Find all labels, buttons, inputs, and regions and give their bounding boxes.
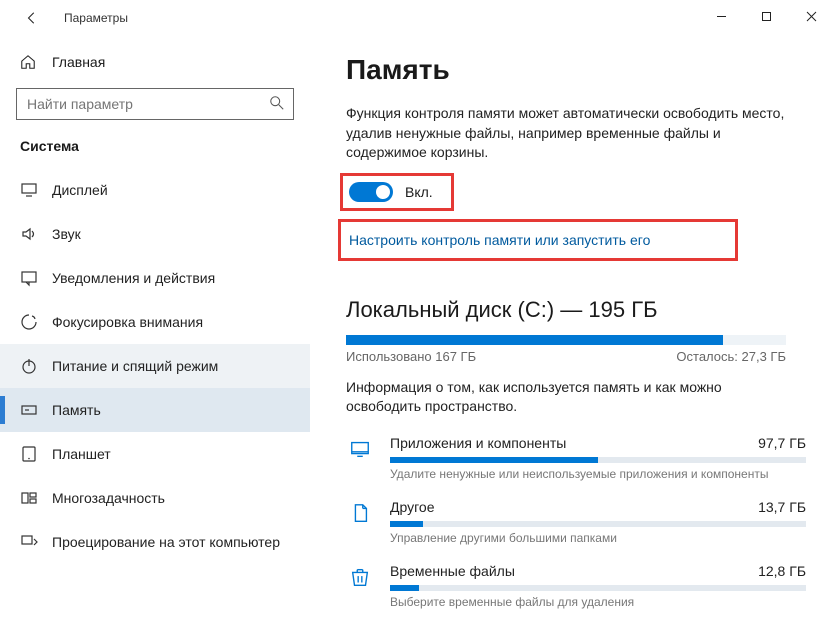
search-icon — [269, 95, 285, 116]
category-bar — [390, 585, 806, 591]
back-button[interactable] — [20, 6, 44, 30]
local-disk-title: Локальный диск (C:) — 195 ГБ — [346, 297, 806, 323]
sidebar-item-power[interactable]: Питание и спящий режим — [0, 344, 310, 388]
storage-sense-toggle[interactable] — [349, 182, 393, 202]
category-bar — [390, 457, 806, 463]
tablet-icon — [20, 445, 38, 463]
configure-storage-sense-link[interactable]: Настроить контроль памяти или запустить … — [349, 232, 727, 248]
section-title: Система — [0, 138, 310, 154]
storage-sense-description: Функция контроля памяти может автоматиче… — [346, 104, 796, 163]
sidebar-item-label: Планшет — [52, 446, 111, 462]
power-icon — [20, 357, 38, 375]
storage-category[interactable]: Приложения и компоненты 97,7 ГБ Удалите … — [346, 435, 806, 481]
category-size: 12,8 ГБ — [758, 563, 806, 579]
sidebar-item-storage[interactable]: Память — [0, 388, 310, 432]
highlight-toggle: Вкл. — [340, 173, 454, 211]
sidebar-item-label: Звук — [52, 226, 81, 242]
category-hint: Выберите временные файлы для удаления — [390, 595, 806, 609]
category-name: Другое — [390, 499, 434, 515]
close-button[interactable] — [789, 0, 834, 32]
focus-icon — [20, 313, 38, 331]
sidebar-item-tablet[interactable]: Планшет — [0, 432, 310, 476]
highlight-link: Настроить контроль памяти или запустить … — [338, 219, 738, 261]
category-icon — [346, 499, 374, 527]
category-hint: Удалите ненужные или неиспользуемые прил… — [390, 467, 806, 481]
category-name: Приложения и компоненты — [390, 435, 566, 451]
toggle-label: Вкл. — [405, 184, 433, 200]
storage-category[interactable]: Другое 13,7 ГБ Управление другими больши… — [346, 499, 806, 545]
sidebar-item-multitask[interactable]: Многозадачность — [0, 476, 310, 520]
sidebar-item-label: Дисплей — [52, 182, 108, 198]
disk-free-label: Осталось: 27,3 ГБ — [676, 349, 786, 364]
disk-info-text: Информация о том, как используется памят… — [346, 378, 776, 417]
category-size: 13,7 ГБ — [758, 499, 806, 515]
sidebar-item-notifications[interactable]: Уведомления и действия — [0, 256, 310, 300]
sidebar-item-label: Многозадачность — [52, 490, 165, 506]
category-bar — [390, 521, 806, 527]
content-area: Память Функция контроля памяти может авт… — [310, 36, 834, 629]
sidebar-item-display[interactable]: Дисплей — [0, 168, 310, 212]
display-icon — [20, 181, 38, 199]
sound-icon — [20, 225, 38, 243]
search-box[interactable] — [16, 88, 294, 120]
home-icon — [20, 54, 38, 70]
storage-icon — [20, 401, 38, 419]
sidebar-item-label: Память — [52, 402, 101, 418]
sidebar: Главная Система Дисплей Звук Уведомления… — [0, 36, 310, 629]
home-nav[interactable]: Главная — [0, 50, 310, 74]
sidebar-item-sound[interactable]: Звук — [0, 212, 310, 256]
minimize-button[interactable] — [699, 0, 744, 32]
multitask-icon — [20, 489, 38, 507]
storage-category[interactable]: Временные файлы 12,8 ГБ Выберите временн… — [346, 563, 806, 609]
sidebar-item-label: Фокусировка внимания — [52, 314, 203, 330]
sidebar-item-label: Проецирование на этот компьютер — [52, 534, 280, 550]
category-hint: Управление другими большими папками — [390, 531, 806, 545]
notifications-icon — [20, 269, 38, 287]
maximize-button[interactable] — [744, 0, 789, 32]
sidebar-item-label: Питание и спящий режим — [52, 358, 218, 374]
home-label: Главная — [52, 54, 105, 70]
search-input[interactable] — [27, 89, 283, 119]
disk-used-label: Использовано 167 ГБ — [346, 349, 476, 364]
sidebar-item-project[interactable]: Проецирование на этот компьютер — [0, 520, 310, 564]
window-title: Параметры — [64, 11, 128, 25]
sidebar-item-focus[interactable]: Фокусировка внимания — [0, 300, 310, 344]
category-name: Временные файлы — [390, 563, 515, 579]
category-size: 97,7 ГБ — [758, 435, 806, 451]
category-icon — [346, 563, 374, 591]
sidebar-item-label: Уведомления и действия — [52, 270, 215, 286]
page-title: Память — [346, 54, 806, 86]
category-icon — [346, 435, 374, 463]
disk-usage-bar — [346, 335, 786, 345]
project-icon — [20, 533, 38, 551]
